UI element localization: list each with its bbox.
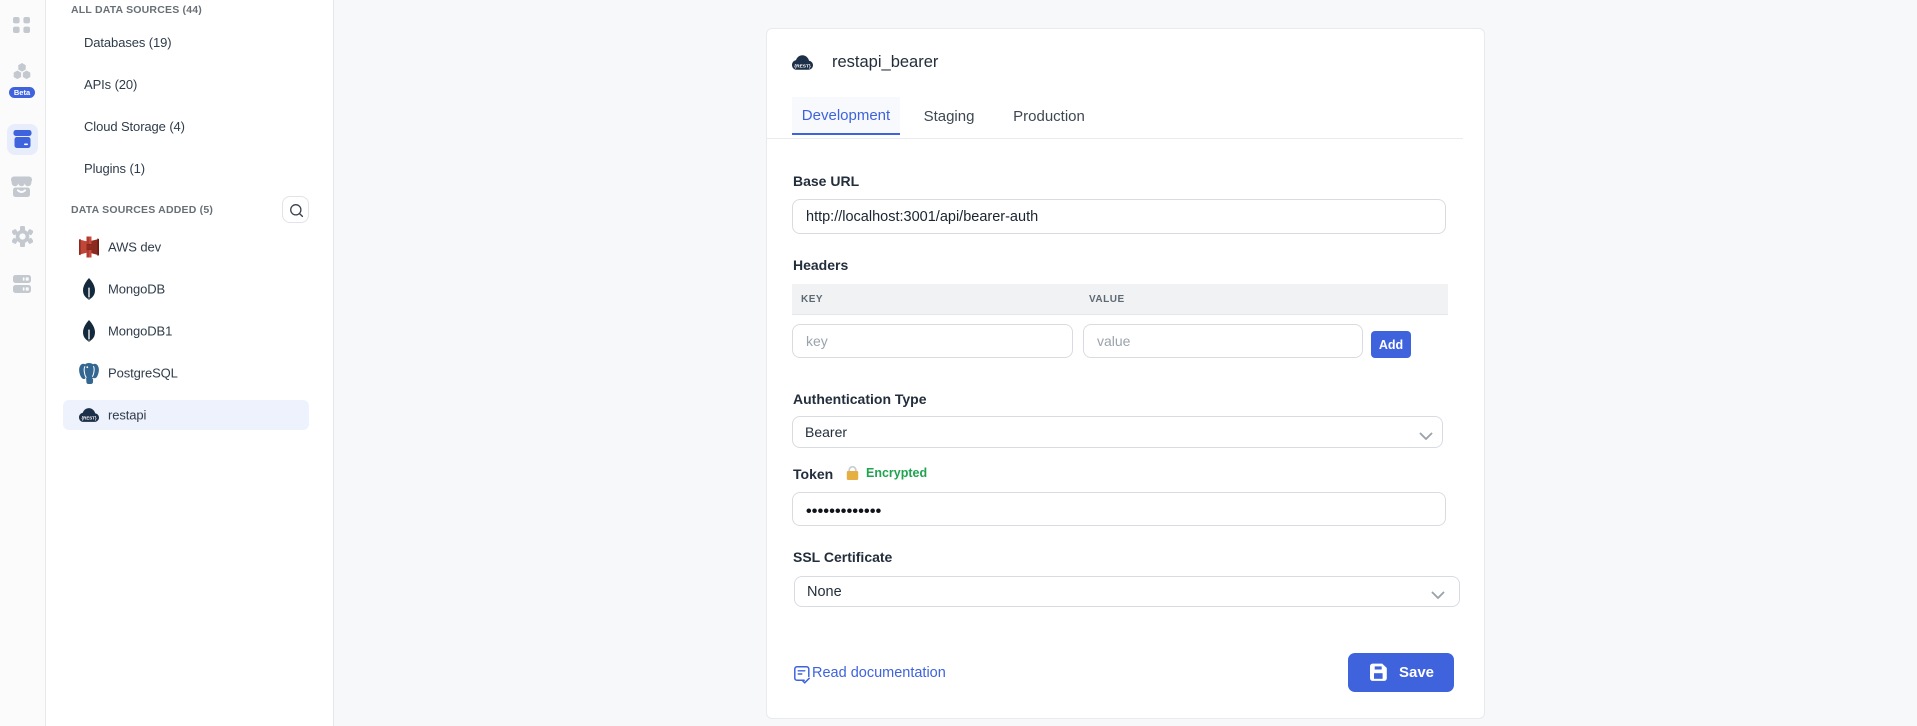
svg-text:{REST}: {REST}: [81, 415, 96, 420]
svg-text:{REST}: {REST}: [794, 63, 811, 69]
